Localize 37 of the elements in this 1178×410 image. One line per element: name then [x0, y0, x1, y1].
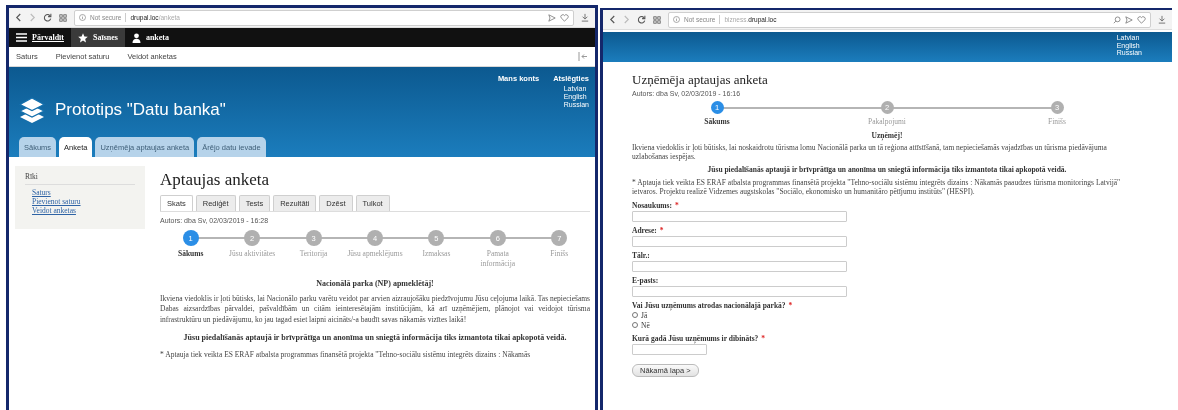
send-icon[interactable] [548, 13, 556, 22]
layers-icon[interactable] [19, 97, 45, 123]
forward-icon[interactable] [29, 13, 36, 22]
toolbar-item[interactable]: Saīsnes [71, 28, 125, 47]
info-icon [673, 16, 680, 23]
text-field[interactable] [632, 343, 707, 355]
info-icon [79, 14, 86, 21]
toolbar-item[interactable]: Pārvaldīt [9, 28, 71, 47]
reload-icon[interactable] [43, 13, 52, 22]
grid-icon[interactable] [653, 15, 661, 24]
text-field[interactable] [632, 260, 847, 272]
menu-icon [16, 33, 27, 42]
radio-button[interactable] [632, 322, 638, 329]
notice-text: Jūsu piedalīšanās aptaujā ir brīvprātīga un anonīma un sniegtā informācija tiks izmantota tikai apkopotā veidā. [182, 332, 568, 343]
send-icon[interactable] [1125, 15, 1133, 24]
page-title: Aptaujas anketa [160, 170, 271, 190]
site-name[interactable]: Prototips "Datu banka" [55, 100, 554, 120]
user-icon [131, 32, 141, 43]
text-field[interactable] [632, 210, 847, 222]
forward-icon[interactable] [623, 15, 630, 24]
back-icon[interactable] [15, 13, 22, 22]
heart-icon[interactable] [1137, 15, 1146, 24]
back-icon[interactable] [609, 15, 616, 24]
text-field[interactable] [632, 235, 847, 247]
search-icon[interactable] [1113, 15, 1121, 24]
reload-icon[interactable] [637, 15, 646, 24]
heart-icon[interactable] [560, 13, 569, 22]
download-icon[interactable] [581, 13, 589, 22]
page-title: Uzņēmēja aptaujas anketa [632, 72, 769, 88]
greeting-heading: Nacionālā parka (NP) apmeklētāj! [315, 278, 435, 288]
collapse-icon[interactable] [578, 52, 588, 61]
star-icon [78, 32, 88, 43]
download-icon[interactable] [1158, 15, 1166, 24]
text-field[interactable] [632, 285, 847, 297]
radio-button[interactable] [632, 312, 638, 319]
grid-icon[interactable] [59, 13, 67, 22]
toolbar-item[interactable]: anketa [124, 28, 177, 47]
